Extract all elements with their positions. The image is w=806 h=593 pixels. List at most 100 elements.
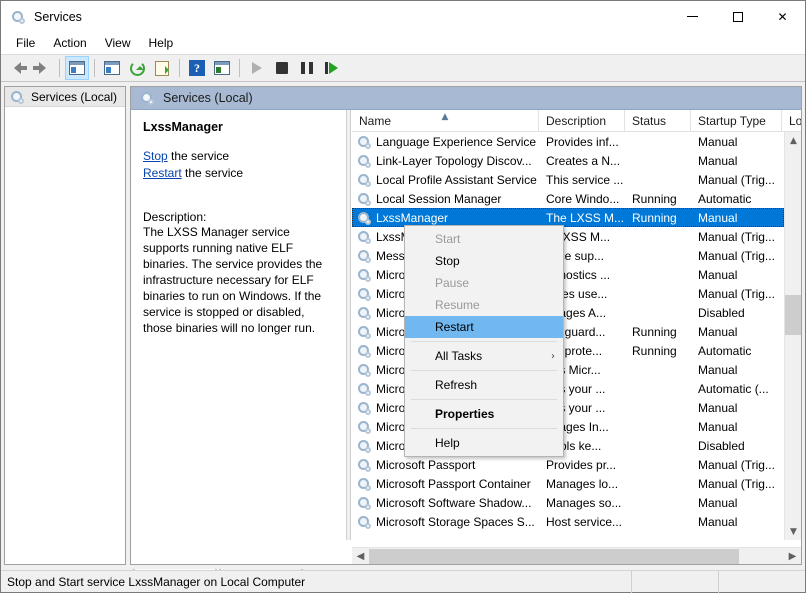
menu-help[interactable]: Help (140, 34, 183, 52)
scroll-down-icon[interactable]: ▼ (785, 523, 801, 540)
cell-startup: Manual (698, 210, 738, 225)
stop-service-icon[interactable] (270, 56, 294, 80)
horizontal-scrollbar[interactable]: ◀ ▶ (352, 547, 801, 564)
horizontal-scroll-thumb[interactable] (369, 548, 739, 564)
service-gear-icon (356, 400, 371, 415)
service-gear-icon (356, 457, 371, 472)
table-row[interactable]: Microsoft Software Shadow... Manages so..… (352, 493, 801, 512)
cell-name: Microsoft Software Shadow... (352, 493, 539, 512)
service-detail-pane: LxssManager Stop the service Restart the… (131, 110, 346, 540)
context-menu-item-restart[interactable]: Restart (405, 316, 563, 338)
cell-status (625, 246, 691, 265)
export-list-icon[interactable] (150, 56, 174, 80)
context-menu-item-stop[interactable]: Stop (405, 250, 563, 272)
table-row[interactable]: Language Experience Service Provides inf.… (352, 132, 801, 151)
services-gear-icon (10, 9, 26, 25)
status-separator (631, 570, 632, 593)
vertical-scroll-thumb[interactable] (785, 295, 801, 335)
cell-status (625, 265, 691, 284)
cell-description: Manages lo... (546, 476, 619, 491)
context-menu-item-refresh[interactable]: Refresh (405, 374, 563, 396)
cell-description: Host service... (546, 514, 623, 529)
minimize-button[interactable] (670, 1, 715, 32)
restart-service-link[interactable]: Restart (143, 166, 182, 180)
cell-status (625, 284, 691, 303)
column-header-name[interactable]: Name ▲ (352, 110, 539, 132)
back-arrow-icon[interactable] (5, 56, 29, 80)
table-row[interactable]: Microsoft Storage Spaces S... Host servic… (352, 512, 801, 531)
show-hide-console-tree-icon[interactable] (65, 56, 89, 80)
restart-service-icon[interactable] (320, 56, 344, 80)
cell-startup: Manual (Trig... (698, 476, 775, 491)
cell-description: Manages so... (546, 495, 622, 510)
pause-service-icon[interactable] (295, 56, 319, 80)
help-icon[interactable]: ? (185, 56, 209, 80)
scroll-right-icon[interactable]: ▶ (784, 548, 801, 565)
title-bar: Services ✕ (1, 1, 805, 32)
toolbar-separator (179, 59, 180, 77)
close-icon[interactable]: ✕ (760, 1, 805, 32)
menu-file[interactable]: File (7, 34, 44, 52)
table-row[interactable]: Local Profile Assistant Service This serv… (352, 170, 801, 189)
stop-service-line: Stop the service (143, 148, 334, 165)
cell-startup: Manual (Trig... (698, 172, 775, 187)
column-header-status[interactable]: Status (625, 110, 691, 132)
maximize-button[interactable] (715, 1, 760, 32)
menu-view[interactable]: View (96, 34, 140, 52)
cell-description: Core Windo... (546, 191, 620, 206)
scroll-left-icon[interactable]: ◀ (352, 548, 369, 565)
context-menu-item-label: Resume (435, 298, 480, 312)
service-gear-icon (356, 153, 371, 168)
show-action-pane-icon[interactable] (210, 56, 234, 80)
cell-startup: Manual (Trig... (698, 229, 775, 244)
service-gear-icon (356, 210, 371, 225)
cell-startup: Disabled (698, 305, 745, 320)
table-row[interactable]: Link-Layer Topology Discov... Creates a N… (352, 151, 801, 170)
service-gear-icon (356, 514, 371, 529)
column-header-log[interactable]: Log (782, 110, 801, 132)
restart-service-line: Restart the service (143, 165, 334, 182)
menu-action[interactable]: Action (44, 34, 95, 52)
cell-status (625, 132, 691, 151)
cell-startup: Manual (Trig... (698, 457, 775, 472)
toolbar-separator (239, 59, 240, 77)
context-menu-item-help[interactable]: Help (405, 432, 563, 454)
properties-icon[interactable] (100, 56, 124, 80)
cell-status (625, 455, 691, 474)
context-menu-item-properties[interactable]: Properties (405, 403, 563, 425)
cell-name: Language Experience Service (352, 132, 539, 151)
body-area: Services (Local) Services (Local) LxssMa… (1, 82, 805, 591)
pane-splitter[interactable] (346, 110, 351, 540)
table-row[interactable]: Microsoft Passport Provides pr... Manual (… (352, 455, 801, 474)
context-menu-separator (411, 341, 557, 342)
cell-startup: Manual (698, 362, 738, 377)
table-row[interactable]: Microsoft Passport Container Manages lo..… (352, 474, 801, 493)
cell-name: Link-Layer Topology Discov... (352, 151, 539, 170)
service-gear-icon (356, 438, 371, 453)
cell-status (625, 303, 691, 322)
context-menu: Start Stop Pause Resume Restart All Tasks › Ref… (404, 225, 564, 457)
vertical-scrollbar[interactable]: ▲ ▼ (784, 132, 801, 540)
status-text: Stop and Start service LxssManager on Lo… (7, 574, 306, 589)
tree-root-item[interactable]: Services (Local) (5, 87, 125, 107)
window-title: Services (34, 9, 82, 24)
cell-startup: Manual (698, 324, 738, 339)
cell-status (625, 360, 691, 379)
forward-arrow-icon[interactable] (30, 56, 54, 80)
table-row[interactable]: Local Session Manager Core Windo... Runnin… (352, 189, 801, 208)
window-controls: ✕ (670, 1, 805, 32)
context-menu-item-all-tasks[interactable]: All Tasks › (405, 345, 563, 367)
scroll-up-icon[interactable]: ▲ (785, 132, 801, 149)
results-pane-header: Services (Local) (131, 87, 801, 110)
toolbar-separator (94, 59, 95, 77)
cell-name: Microsoft Passport (352, 455, 539, 474)
refresh-icon[interactable] (125, 56, 149, 80)
context-menu-item-label: Restart (435, 320, 474, 334)
service-gear-icon (356, 267, 371, 282)
sort-ascending-icon: ▲ (441, 112, 449, 122)
cell-description: Provides inf... (546, 134, 619, 149)
stop-service-link[interactable]: Stop (143, 149, 168, 163)
column-header-startup-type[interactable]: Startup Type (691, 110, 782, 132)
service-gear-icon (356, 324, 371, 339)
column-header-description[interactable]: Description (539, 110, 625, 132)
